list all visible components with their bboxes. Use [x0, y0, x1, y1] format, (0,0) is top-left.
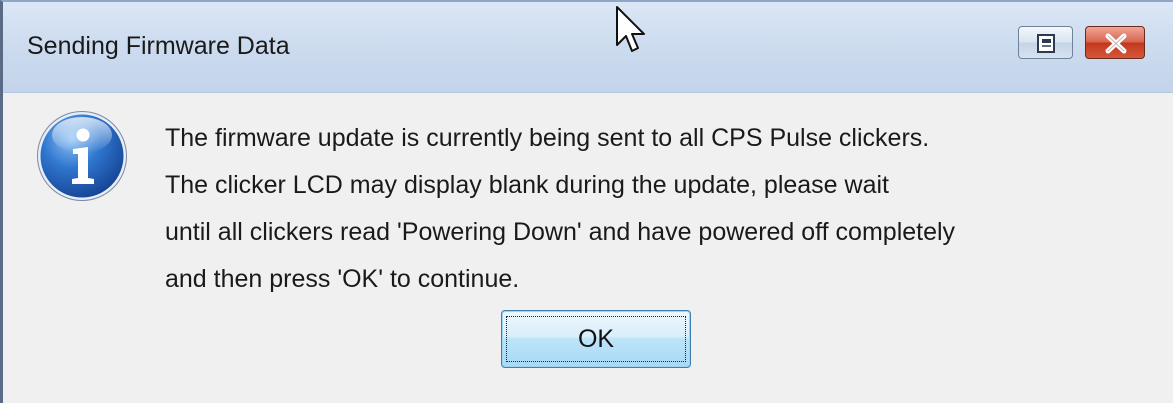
- message-line: until all clickers read 'Powering Down' …: [165, 218, 956, 246]
- info-icon: [37, 111, 127, 201]
- dialog-message: The firmware update is currently being s…: [165, 115, 955, 303]
- mouse-cursor-icon: [616, 6, 645, 52]
- restore-button[interactable]: [1018, 26, 1073, 59]
- message-line: The firmware update is currently being s…: [165, 124, 930, 152]
- close-icon: [1105, 33, 1127, 54]
- window-title: Sending Firmware Data: [27, 32, 290, 60]
- restore-icon: [1037, 34, 1055, 53]
- message-line: and then press 'OK' to continue.: [165, 265, 520, 293]
- title-bar[interactable]: Sending Firmware Data: [3, 2, 1173, 93]
- message-line: The clicker LCD may display blank during…: [165, 171, 889, 199]
- close-button[interactable]: [1085, 26, 1145, 59]
- dialog-window: Sending Firmware Data The firmware updat…: [0, 0, 1173, 403]
- ok-button[interactable]: OK: [501, 310, 691, 368]
- ok-button-label: OK: [577, 325, 615, 353]
